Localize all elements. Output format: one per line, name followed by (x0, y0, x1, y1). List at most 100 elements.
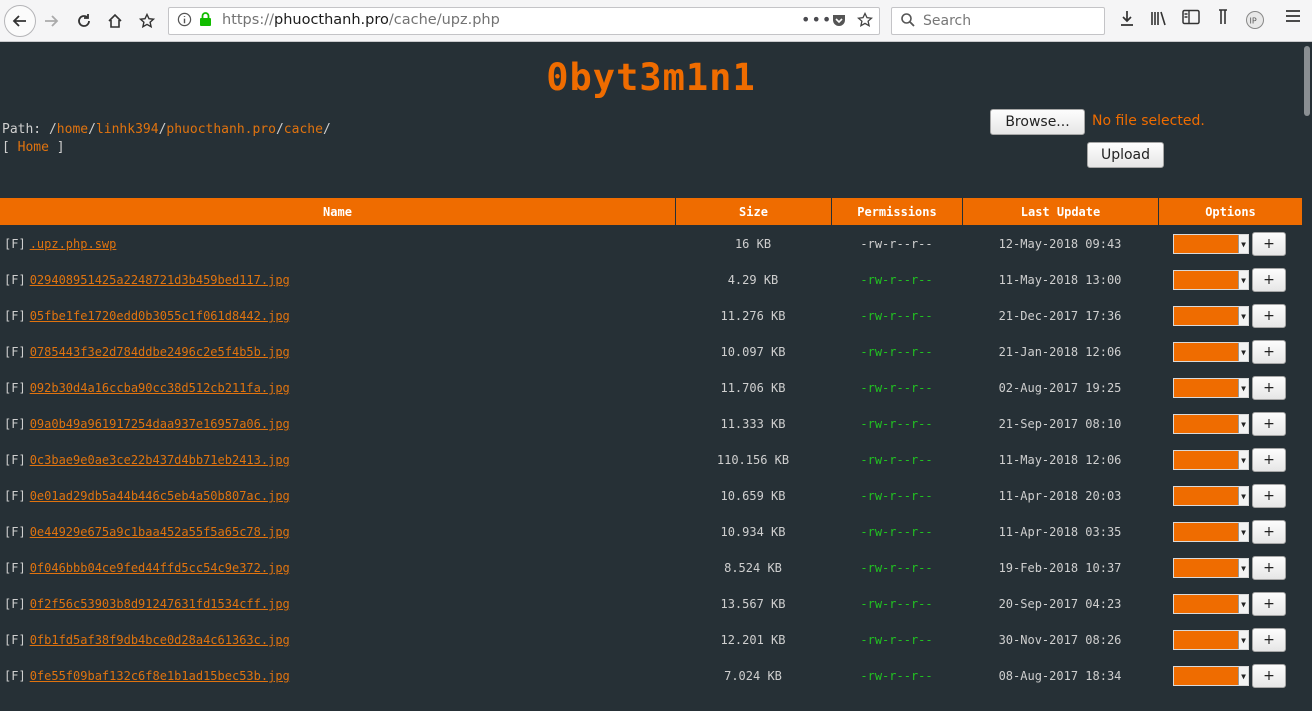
file-permissions-cell[interactable]: -rw-r--r-- (831, 561, 962, 575)
action-select[interactable]: ▼ (1173, 594, 1249, 614)
file-permissions-cell[interactable]: -rw-r--r-- (831, 453, 962, 467)
file-name-link[interactable]: .upz.php.swp (30, 237, 117, 251)
home-link[interactable]: Home (18, 140, 49, 155)
sidebar-icon[interactable] (1182, 9, 1200, 29)
action-go-button[interactable]: + (1252, 556, 1286, 580)
file-size-cell: 10.934 KB (720, 525, 786, 539)
file-size-cell: 10.097 KB (720, 345, 786, 359)
action-go-button[interactable]: + (1252, 520, 1286, 544)
downloads-icon[interactable] (1119, 9, 1135, 31)
action-select[interactable]: ▼ (1173, 378, 1249, 398)
path-link-home[interactable]: home (57, 122, 88, 137)
action-go-button[interactable]: + (1252, 304, 1286, 328)
file-name-link[interactable]: 0fb1fd5af38f9db4bce0d28a4c61363c.jpg (30, 633, 290, 647)
table-row: [F] 0c3bae9e0ae3ce22b437d4bb71eb2413.jpg 1… (0, 442, 1302, 478)
action-select[interactable]: ▼ (1173, 486, 1249, 506)
page-actions-icon[interactable]: ••• (801, 10, 832, 29)
header-last-update: Last Update (963, 198, 1159, 225)
file-name-cell: [F] 0e44929e675a9c1baa452a55f5a65c78.jpg (0, 525, 675, 539)
bookmark-star-icon[interactable] (856, 11, 874, 32)
path-link-site[interactable]: phuocthanh.pro (166, 122, 276, 137)
table-row: [F] 0e01ad29db5a44b446c5eb4a50b807ac.jpg 1… (0, 478, 1302, 514)
file-permissions-cell[interactable]: -rw-r--r-- (831, 381, 962, 395)
action-select[interactable]: ▼ (1173, 666, 1249, 686)
path-link-user[interactable]: linhk394 (96, 122, 159, 137)
file-permissions-cell[interactable]: -rw-r--r-- (831, 669, 962, 683)
file-name-link[interactable]: 029408951425a2248721d3b459bed117.jpg (30, 273, 290, 287)
file-permissions-cell[interactable]: -rw-r--r-- (831, 489, 962, 503)
file-name-link[interactable]: 0f046bbb04ce9fed44ffd5cc54c9e372.jpg (30, 561, 290, 575)
address-bar[interactable]: https://phuocthanh.pro/cache/upz.php ••• (168, 7, 880, 35)
reload-button[interactable] (70, 7, 98, 35)
file-name-link[interactable]: 0f2f56c53903b8d91247631fd1534cff.jpg (30, 597, 290, 611)
action-select[interactable]: ▼ (1173, 450, 1249, 470)
action-go-button[interactable]: + (1252, 448, 1286, 472)
pocket-icon[interactable] (831, 12, 847, 32)
action-go-button[interactable]: + (1252, 376, 1286, 400)
file-permissions-cell[interactable]: -rw-r--r-- (831, 309, 962, 323)
upload-button[interactable]: Upload (1087, 142, 1164, 168)
file-name-link[interactable]: 0785443f3e2d784ddbe2496c2e5f4b5b.jpg (30, 345, 290, 359)
file-permissions-cell[interactable]: -rw-r--r-- (831, 633, 962, 647)
vertical-scrollbar[interactable] (1302, 42, 1312, 711)
file-permissions-cell[interactable]: -rw-r--r-- (831, 417, 962, 431)
file-name-link[interactable]: 0e44929e675a9c1baa452a55f5a65c78.jpg (30, 525, 290, 539)
file-name-link[interactable]: 0c3bae9e0ae3ce22b437d4bb71eb2413.jpg (30, 453, 290, 467)
file-permissions-cell[interactable]: -rw-r--r-- (831, 273, 962, 287)
file-size-cell: 13.567 KB (720, 597, 786, 611)
file-name-link[interactable]: 05fbe1fe1720edd0b3055c1f061d8442.jpg (30, 309, 290, 323)
file-name-link[interactable]: 092b30d4a16ccba90cc38d512cb211fa.jpg (30, 381, 290, 395)
file-permissions-cell[interactable]: -rw-r--r-- (831, 237, 962, 251)
back-button[interactable] (4, 5, 36, 37)
action-select[interactable]: ▼ (1173, 522, 1249, 542)
forward-button[interactable] (37, 7, 65, 35)
action-go-button[interactable]: + (1252, 664, 1286, 688)
dropdown-arrow-icon: ▼ (1238, 559, 1248, 577)
action-go-button[interactable]: + (1252, 412, 1286, 436)
action-go-button[interactable]: + (1252, 268, 1286, 292)
file-options-cell: ▼ + (1158, 370, 1302, 406)
file-name-cell: [F] 05fbe1fe1720edd0b3055c1f061d8442.jpg (0, 309, 675, 323)
action-go-button[interactable]: + (1252, 592, 1286, 616)
file-type-tag: [F] (4, 597, 26, 611)
file-permissions-cell[interactable]: -rw-r--r-- (831, 525, 962, 539)
action-select[interactable]: ▼ (1173, 234, 1249, 254)
action-select[interactable]: ▼ (1173, 630, 1249, 650)
ip-extension-icon[interactable]: IP (1245, 10, 1265, 34)
file-permissions-cell[interactable]: -rw-r--r-- (831, 597, 962, 611)
home-button[interactable] (101, 7, 129, 35)
action-go-button[interactable]: + (1252, 232, 1286, 256)
scrollbar-thumb[interactable] (1304, 46, 1310, 116)
file-date-cell: 21-Dec-2017 17:36 (998, 309, 1122, 323)
action-select[interactable]: ▼ (1173, 558, 1249, 578)
library-icon[interactable] (1150, 9, 1168, 31)
url-text[interactable]: https://phuocthanh.pro/cache/upz.php (222, 12, 500, 28)
action-select[interactable]: ▼ (1173, 306, 1249, 326)
action-select[interactable]: ▼ (1173, 270, 1249, 290)
path-sep: / (48, 122, 57, 137)
action-select[interactable]: ▼ (1173, 414, 1249, 434)
action-go-button[interactable]: + (1252, 484, 1286, 508)
browse-button[interactable]: Browse... (990, 109, 1085, 135)
file-options-cell: ▼ + (1158, 262, 1302, 298)
file-name-link[interactable]: 09a0b49a961917254daa937e16957a06.jpg (30, 417, 290, 431)
action-go-button[interactable]: + (1252, 340, 1286, 364)
dropdown-arrow-icon: ▼ (1238, 307, 1248, 325)
pocket-list-icon[interactable] (1217, 9, 1229, 29)
file-name-link[interactable]: 0e01ad29db5a44b446c5eb4a50b807ac.jpg (30, 489, 290, 503)
file-permissions-cell[interactable]: -rw-r--r-- (831, 345, 962, 359)
back-arrow-icon (12, 15, 26, 27)
info-icon[interactable] (177, 12, 192, 31)
bookmark-menu-button[interactable] (133, 7, 161, 35)
home-icon (108, 13, 122, 28)
lock-icon[interactable] (199, 12, 212, 31)
action-select[interactable]: ▼ (1173, 342, 1249, 362)
file-name-cell: [F] 092b30d4a16ccba90cc38d512cb211fa.jpg (0, 381, 675, 395)
file-type-tag: [F] (4, 453, 26, 467)
file-name-link[interactable]: 0fe55f09baf132c6f8e1b1ad15bec53b.jpg (30, 669, 290, 683)
search-box[interactable]: Search (891, 7, 1105, 35)
menu-icon[interactable] (1285, 9, 1301, 27)
file-type-tag: [F] (4, 525, 26, 539)
path-link-cache[interactable]: cache (284, 122, 323, 137)
action-go-button[interactable]: + (1252, 628, 1286, 652)
